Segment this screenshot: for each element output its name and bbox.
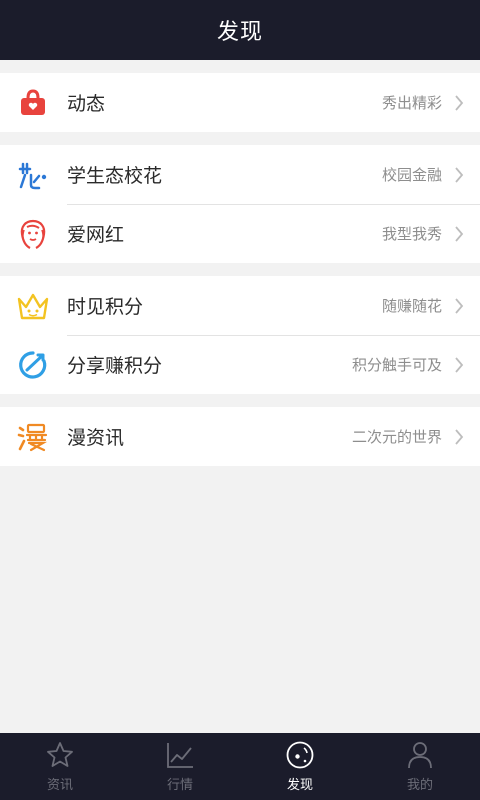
chevron-right-icon: [454, 94, 464, 111]
tab-market[interactable]: 行情: [120, 733, 240, 800]
group-social: 学生态校花 校园金融 爱网红 我型我秀: [0, 145, 480, 263]
discover-icon: [285, 740, 315, 770]
list-item-label: 动态: [67, 93, 106, 115]
list-item-label: 分享赚积分: [67, 355, 163, 377]
list-item-subtitle: 秀出精彩: [381, 94, 442, 112]
crown-icon: [16, 289, 50, 323]
woman-face-icon: [16, 217, 50, 251]
bottom-tab-bar: 资讯 行情 发现 我的: [0, 733, 480, 800]
list-item-subtitle: 二次元的世界: [351, 428, 442, 446]
chevron-right-icon: [454, 428, 464, 445]
chevron-right-icon: [454, 225, 464, 242]
star-icon: [45, 740, 75, 770]
discover-list: 动态 秀出精彩 学生态校花 校园金融 爱网红 我型我秀 时见积分 随赚随花 分享…: [0, 60, 480, 466]
tab-mine[interactable]: 我的: [360, 733, 480, 800]
chart-icon: [165, 740, 195, 770]
list-item-label: 学生态校花: [67, 165, 163, 187]
list-item-xiaohua[interactable]: 学生态校花 校园金融: [0, 145, 480, 204]
list-item-manga-news[interactable]: 漫资讯 二次元的世界: [0, 407, 480, 466]
chevron-right-icon: [454, 166, 464, 183]
list-item-subtitle: 积分触手可及: [351, 356, 442, 374]
tab-label: 资讯: [46, 778, 73, 793]
page-title: 发现: [216, 20, 263, 45]
tab-label: 我的: [406, 778, 433, 793]
list-item-subtitle: 我型我秀: [381, 225, 442, 243]
list-item-label: 漫资讯: [67, 427, 125, 449]
tab-label: 行情: [166, 778, 193, 793]
list-item-shijian-points[interactable]: 时见积分 随赚随花: [0, 276, 480, 335]
manga-icon: [16, 420, 50, 454]
flower-logo-icon: [16, 158, 50, 192]
top-bar: 发现: [0, 0, 480, 60]
share-circle-icon: [16, 348, 50, 382]
tab-news[interactable]: 资讯: [0, 733, 120, 800]
list-item-share-points[interactable]: 分享赚积分 积分触手可及: [0, 335, 480, 394]
list-item-label: 爱网红: [67, 224, 125, 246]
group-anime: 漫资讯 二次元的世界: [0, 407, 480, 466]
chevron-right-icon: [454, 297, 464, 314]
chevron-right-icon: [454, 356, 464, 373]
tab-discover[interactable]: 发现: [240, 733, 360, 800]
list-item-wanghong[interactable]: 爱网红 我型我秀: [0, 204, 480, 263]
gift-bag-icon: [16, 86, 50, 120]
tab-label: 发现: [286, 778, 313, 793]
person-icon: [405, 740, 435, 770]
list-item-label: 时见积分: [67, 296, 144, 318]
list-item-dongtai[interactable]: 动态 秀出精彩: [0, 73, 480, 132]
list-item-subtitle: 随赚随花: [381, 297, 442, 315]
list-item-subtitle: 校园金融: [381, 166, 442, 184]
group-points: 时见积分 随赚随花 分享赚积分 积分触手可及: [0, 276, 480, 394]
group-feed: 动态 秀出精彩: [0, 73, 480, 132]
